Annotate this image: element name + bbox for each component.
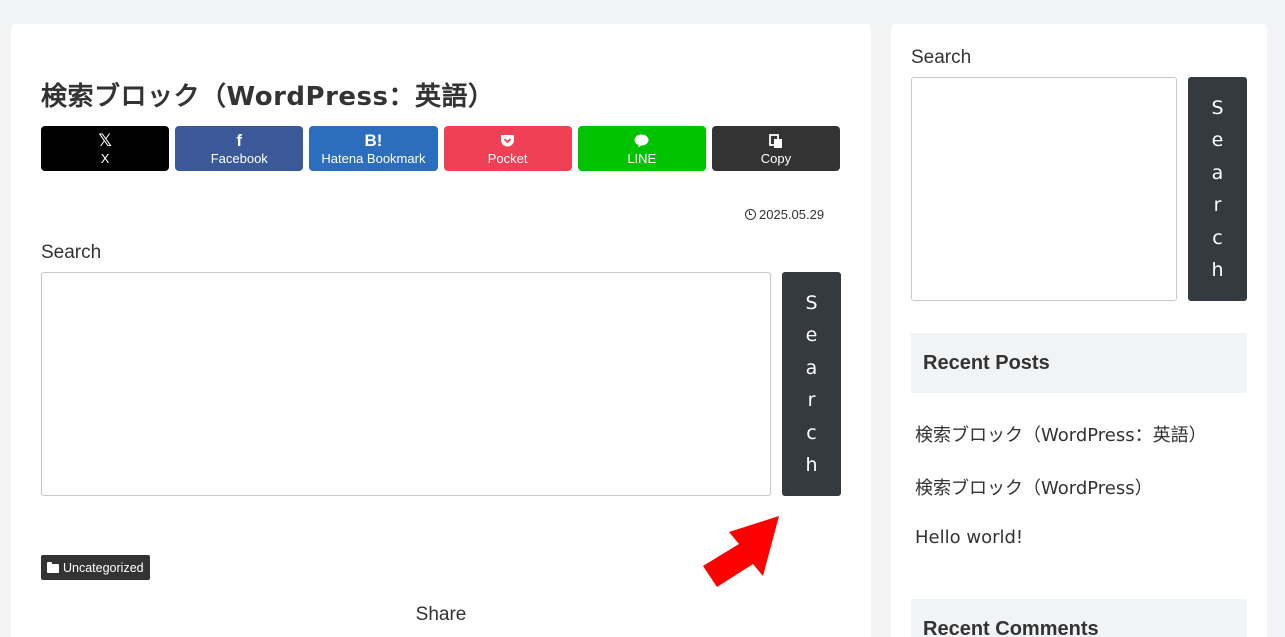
share-label: Copy <box>760 150 792 166</box>
search-button-letter: r <box>807 389 816 411</box>
share-label: Hatena Bookmark <box>321 150 426 166</box>
x-logo-icon: 𝕏 <box>98 131 112 150</box>
page-title: 検索ブロック（WordPress：英語） <box>41 82 495 112</box>
search-button-letter: c <box>1212 226 1223 249</box>
share-hatena-button[interactable]: B! Hatena Bookmark <box>309 126 438 171</box>
share-copy-button[interactable]: Copy <box>711 126 841 171</box>
post-date-text: 2025.05.29 <box>759 207 825 222</box>
category-label: Uncategorized <box>63 560 144 575</box>
share-x-button[interactable]: 𝕏 X <box>41 126 170 171</box>
search-button-letter: e <box>1211 129 1224 151</box>
sidebar-search-label: Search <box>911 47 972 68</box>
share-facebook-button[interactable]: f Facebook <box>175 126 304 171</box>
share-label: X <box>100 150 110 166</box>
search-button-letter: h <box>805 454 818 476</box>
search-button-letter: e <box>805 324 818 346</box>
search-button-letter: S <box>805 291 818 314</box>
share-heading: Share <box>415 604 467 625</box>
recent-comments-heading: Recent Comments <box>911 599 1247 637</box>
search-button-letter: S <box>1211 96 1224 119</box>
copy-icon <box>769 132 783 151</box>
recent-posts-heading: Recent Posts <box>911 333 1247 393</box>
search-button[interactable]: S e a r c h <box>782 272 841 496</box>
main-content: 検索ブロック（WordPress：英語） 𝕏 X f Facebook B! H… <box>11 24 871 637</box>
share-label: Pocket <box>487 150 528 166</box>
sidebar: Search S e a r c h Recent Posts 検索ブロック（W… <box>891 24 1267 637</box>
category-badge[interactable]: Uncategorized <box>41 555 150 580</box>
recent-post-link[interactable]: 検索ブロック（WordPress：英語） <box>915 421 1207 447</box>
share-pocket-button[interactable]: Pocket <box>443 126 572 171</box>
clock-icon <box>745 209 756 220</box>
search-button-letter: a <box>805 356 818 379</box>
sidebar-search-input[interactable] <box>911 77 1177 301</box>
share-label: Facebook <box>210 150 268 166</box>
recent-post-link[interactable]: Hello world! <box>915 527 1023 548</box>
share-line-button[interactable]: LINE <box>577 126 706 171</box>
search-button-letter: c <box>806 421 817 444</box>
folder-icon <box>47 561 59 573</box>
facebook-icon: f <box>236 131 243 150</box>
recent-post-link[interactable]: 検索ブロック（WordPress） <box>915 474 1153 500</box>
search-button-letter: a <box>1211 161 1224 184</box>
pocket-icon <box>500 132 515 151</box>
line-icon <box>634 132 649 151</box>
annotation-arrow-icon <box>703 516 779 587</box>
share-buttons: 𝕏 X f Facebook B! Hatena Bookmark Pocket… <box>41 126 841 171</box>
share-label: LINE <box>627 150 657 166</box>
search-label: Search <box>41 242 102 263</box>
hatena-icon: B! <box>364 131 383 150</box>
search-button-letter: h <box>1211 259 1224 281</box>
post-date: 2025.05.29 <box>745 207 824 222</box>
sidebar-search-button[interactable]: S e a r c h <box>1188 77 1247 301</box>
search-input[interactable] <box>41 272 771 496</box>
search-button-letter: r <box>1213 194 1222 216</box>
